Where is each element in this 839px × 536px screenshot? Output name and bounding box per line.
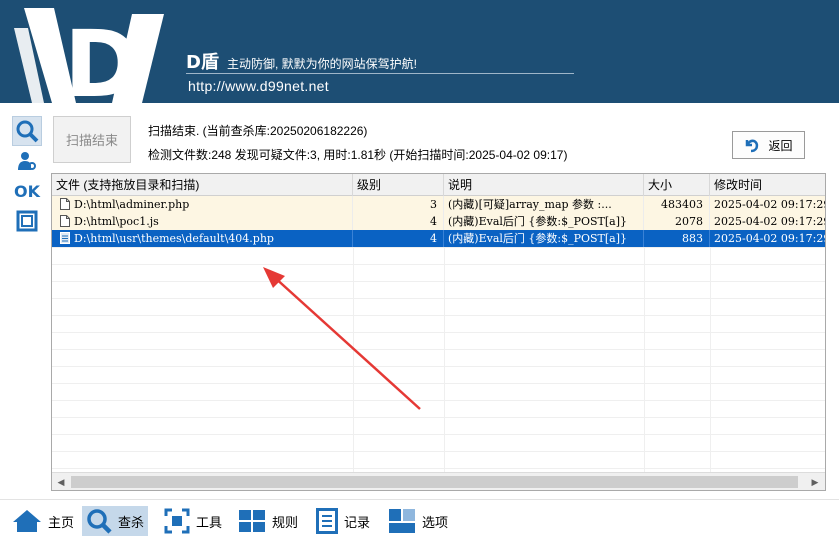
grid-row-line [52, 264, 825, 265]
grid-row-line [52, 349, 825, 350]
grid-row-line [52, 315, 825, 316]
grid-row-line [52, 247, 825, 248]
size-cell: 883 [644, 230, 710, 247]
scroll-right-icon[interactable]: ▶ [807, 475, 823, 489]
scrollbar-thumb[interactable] [71, 476, 798, 488]
desc-cell: (内藏)Eval后门 {参数:$_POST[a]} [444, 230, 644, 247]
ok-tool-button[interactable]: OK [12, 176, 42, 206]
nav-rules[interactable]: 规则 [234, 506, 302, 536]
brand-slogan: 主动防御, 默默为你的网站保驾护航! [226, 57, 417, 71]
table-row-selected[interactable]: D:\html\usr\themes\default\404.php 4 (内藏… [52, 230, 826, 247]
file-cell: D:\html\usr\themes\default\404.php [52, 230, 353, 247]
nav-label: 查杀 [118, 514, 145, 530]
d-shield-logo-icon: D [14, 8, 164, 103]
level-cell: 4 [353, 213, 444, 230]
scroll-left-icon[interactable]: ◀ [53, 475, 69, 489]
mtime-cell: 2025-04-02 09:17:29 [714, 198, 826, 211]
options-icon [389, 509, 415, 533]
grid-row-line [52, 332, 825, 333]
home-icon [13, 510, 41, 532]
back-button[interactable]: 返回 [732, 131, 805, 159]
nav-options[interactable]: 选项 [384, 506, 452, 536]
grid-row-line [52, 366, 825, 367]
grid-row-line [52, 383, 825, 384]
header-banner: D D盾 主动防御, 默默为你的网站保驾护航! http://www.d99ne… [0, 0, 839, 103]
mtime-cell: 2025-04-02 09:17:29 [714, 215, 826, 228]
col-desc[interactable]: 说明 [444, 174, 644, 196]
col-size[interactable]: 大小 [644, 174, 710, 196]
grid-row-line [52, 434, 825, 435]
back-label: 返回 [768, 138, 793, 153]
brand-name: D盾 [186, 52, 219, 73]
grid-row-line [52, 400, 825, 401]
results-table: 文件 (支持拖放目录和扫描) 级别 说明 大小 修改时间 D:\html\adm… [51, 173, 826, 491]
grid-row-line [52, 281, 825, 282]
desc-cell: (内藏)[可疑]array_map 参数 :... [444, 196, 644, 213]
ok-icon: OK [14, 181, 40, 201]
brand: D盾 主动防御, 默默为你的网站保驾护航! [186, 48, 417, 74]
undo-arrow-icon [746, 139, 759, 153]
file-icon [60, 198, 70, 210]
grid-row-line [52, 417, 825, 418]
php-file-icon [60, 232, 70, 244]
user-tool-button[interactable] [12, 146, 42, 176]
file-path: D:\html\poc1.js [74, 215, 159, 228]
log-icon [316, 508, 338, 534]
table-body: D:\html\adminer.php 3 (内藏)[可疑]array_map … [52, 196, 826, 472]
grid-row-line [52, 298, 825, 299]
scan-status-line2: 检测文件数:248 发现可疑文件:3, 用时:1.81秒 (开始扫描时间:202… [148, 148, 568, 162]
size-cell: 2078 [644, 213, 710, 230]
table-header: 文件 (支持拖放目录和扫描) 级别 说明 大小 修改时间 [52, 174, 825, 196]
table-row[interactable]: D:\html\poc1.js 4 (内藏)Eval后门 {参数:$_POST[… [52, 213, 826, 230]
nav-tools[interactable]: 工具 [160, 506, 226, 536]
file-icon [60, 215, 70, 227]
file-cell: D:\html\adminer.php [52, 196, 353, 213]
website-url[interactable]: http://www.d99net.net [188, 78, 329, 94]
file-cell: D:\html\poc1.js [52, 213, 353, 230]
col-mtime[interactable]: 修改时间 [710, 174, 825, 196]
scan-stop-button[interactable]: 扫描结束 [53, 116, 131, 163]
grid-row-line [52, 451, 825, 452]
scan-tool-button[interactable] [12, 116, 42, 146]
user-key-icon [18, 152, 36, 170]
col-file[interactable]: 文件 (支持拖放目录和扫描) [52, 174, 353, 196]
nav-label: 记录 [344, 514, 371, 530]
level-cell: 3 [353, 196, 444, 213]
col-level[interactable]: 级别 [353, 174, 444, 196]
box-tool-button[interactable] [12, 206, 42, 236]
logo-letter: D [64, 11, 140, 103]
mtime-cell: 2025-04-02 09:17:29 [714, 232, 826, 245]
nav-home[interactable]: 主页 [8, 506, 78, 536]
tools-icon [164, 508, 190, 534]
bottom-separator [0, 499, 839, 500]
search-icon [87, 509, 112, 534]
grid-row-line [52, 468, 825, 469]
file-path: D:\html\adminer.php [74, 198, 190, 211]
box-icon [16, 210, 38, 232]
nav-label: 主页 [48, 514, 75, 530]
horizontal-scrollbar[interactable]: ◀ ▶ [52, 472, 825, 490]
file-path: D:\html\usr\themes\default\404.php [74, 232, 274, 245]
table-row[interactable]: D:\html\adminer.php 3 (内藏)[可疑]array_map … [52, 196, 826, 213]
size-cell: 483403 [644, 196, 710, 213]
banner-divider [186, 73, 574, 74]
desc-cell: (内藏)Eval后门 {参数:$_POST[a]} [444, 213, 644, 230]
scan-status-line1: 扫描结束. (当前查杀库:20250206182226) [148, 124, 368, 138]
rules-icon [239, 510, 265, 532]
level-cell: 4 [353, 230, 444, 247]
nav-scan[interactable]: 查杀 [82, 506, 149, 536]
nav-label: 选项 [422, 514, 449, 530]
nav-label: 规则 [272, 514, 299, 530]
magnifier-icon [16, 120, 39, 143]
nav-log[interactable]: 记录 [312, 506, 374, 536]
nav-label: 工具 [196, 514, 223, 530]
